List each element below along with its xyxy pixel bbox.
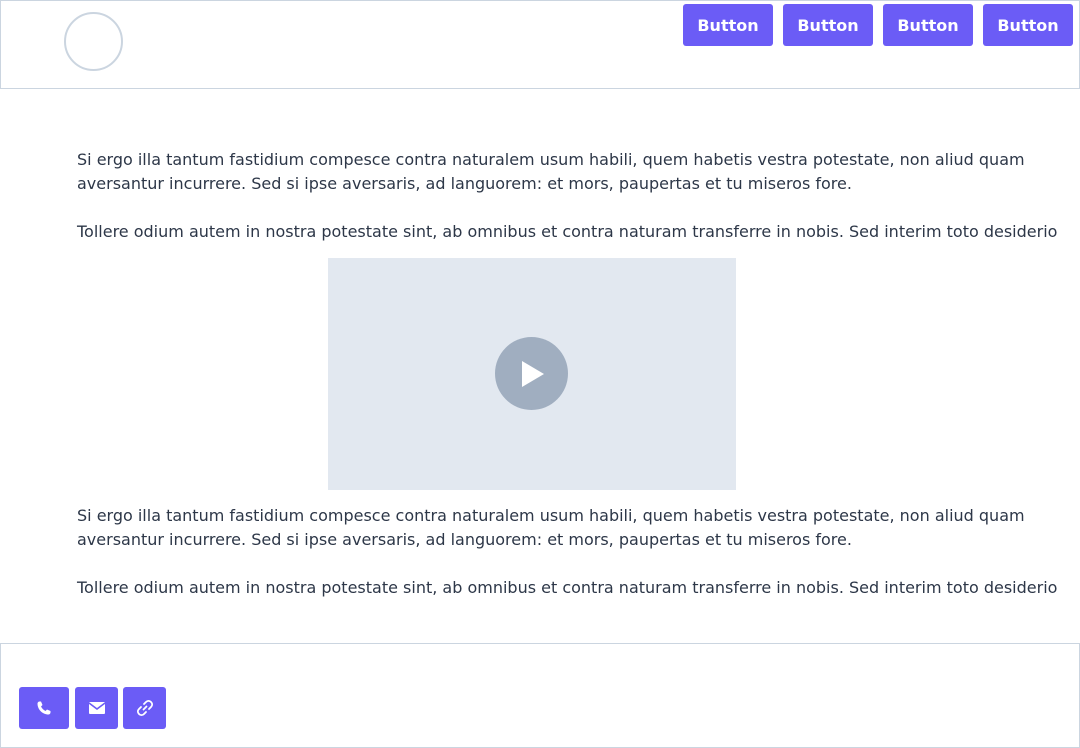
paragraph-3-line-2: aversantur incurrere. Sed si ipse aversa… [77,530,852,549]
phone-button[interactable] [19,687,69,729]
paragraph-1-line-1: Si ergo illa tantum fastidium compesce c… [77,150,1025,169]
header-button-4[interactable]: Button [983,4,1073,46]
mail-icon [88,702,105,714]
main-content-2: Si ergo illa tantum fastidium compesce c… [77,504,1058,600]
main-content: Si ergo illa tantum fastidium compesce c… [77,148,1058,244]
phone-icon [37,701,51,715]
video-player[interactable] [328,258,736,490]
link-button[interactable] [123,687,166,729]
mail-button[interactable] [75,687,118,729]
avatar[interactable] [64,12,123,71]
paragraph-4: Tollere odium autem in nostra potestate … [77,578,1058,597]
header: Button Button Button Button [0,0,1080,89]
play-icon [521,360,544,387]
header-button-3[interactable]: Button [883,4,973,46]
header-button-1[interactable]: Button [683,4,773,46]
play-button[interactable] [495,337,568,410]
header-button-2[interactable]: Button [783,4,873,46]
paragraph-2: Tollere odium autem in nostra potestate … [77,222,1058,241]
paragraph-1-line-2: aversantur incurrere. Sed si ipse aversa… [77,174,852,193]
footer [0,643,1080,748]
link-icon [136,699,153,717]
paragraph-3-line-1: Si ergo illa tantum fastidium compesce c… [77,506,1025,525]
